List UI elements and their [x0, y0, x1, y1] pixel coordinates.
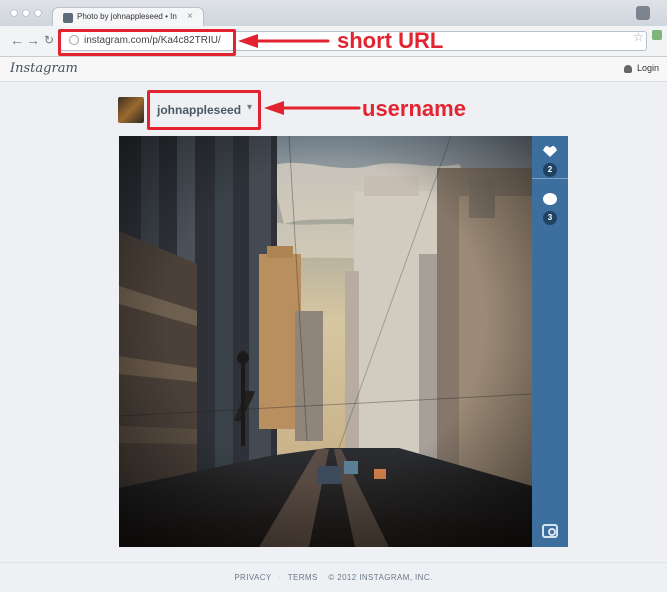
avatar[interactable]	[118, 97, 144, 123]
bookmark-star-icon[interactable]: ☆	[633, 30, 644, 44]
likes-count-badge: 2	[543, 163, 557, 177]
instagram-logo[interactable]: Instagram	[10, 61, 78, 76]
forward-arrow-icon[interactable]: →	[26, 33, 40, 47]
person-icon	[623, 64, 632, 73]
url-highlight-box	[58, 29, 236, 56]
reload-icon[interactable]: ↻	[44, 33, 54, 47]
privacy-link[interactable]: PRIVACY	[234, 573, 271, 582]
camera-icon[interactable]	[542, 524, 558, 538]
post-photo[interactable]	[119, 136, 532, 547]
browser-titlebar: Photo by johnappleseed • In ×	[0, 0, 667, 28]
minimize-window-button[interactable]	[22, 9, 30, 17]
username-arrow-icon	[264, 101, 361, 115]
back-arrow-icon[interactable]: ←	[10, 33, 24, 47]
maximize-window-button[interactable]	[34, 9, 42, 17]
login-link[interactable]: Login	[623, 63, 659, 73]
url-arrow-icon	[238, 34, 330, 48]
extension-icon[interactable]	[652, 30, 662, 40]
username-highlight-box	[147, 90, 261, 130]
sidebar-divider	[532, 178, 568, 179]
copyright-text: © 2012 INSTAGRAM, INC.	[328, 573, 433, 582]
login-label: Login	[636, 63, 659, 73]
terms-link[interactable]: TERMS	[288, 573, 318, 582]
footer-separator: ·	[278, 573, 282, 582]
browser-window: Photo by johnappleseed • In × ← → ↻ inst…	[0, 0, 667, 592]
instagram-header: Instagram Login	[0, 57, 667, 82]
instagram-favicon-icon	[63, 13, 73, 23]
username-annotation-label: username	[362, 96, 466, 121]
footer-links: PRIVACY · TERMS © 2012 INSTAGRAM, INC.	[0, 573, 667, 582]
close-window-button[interactable]	[10, 9, 18, 17]
heart-icon[interactable]	[543, 145, 557, 157]
url-annotation-label: short URL	[337, 28, 444, 53]
tab-title: Photo by johnappleseed • In	[77, 12, 177, 21]
tab-close-icon[interactable]: ×	[187, 11, 193, 22]
comments-count-badge: 3	[543, 211, 557, 225]
photo-action-sidebar: 2 3	[532, 136, 568, 547]
browser-tab[interactable]: Photo by johnappleseed • In ×	[52, 7, 204, 28]
profile-icon[interactable]	[636, 6, 650, 20]
footer: PRIVACY · TERMS © 2012 INSTAGRAM, INC.	[0, 562, 667, 592]
city-street-photo	[119, 136, 532, 547]
comment-icon[interactable]	[543, 193, 557, 205]
